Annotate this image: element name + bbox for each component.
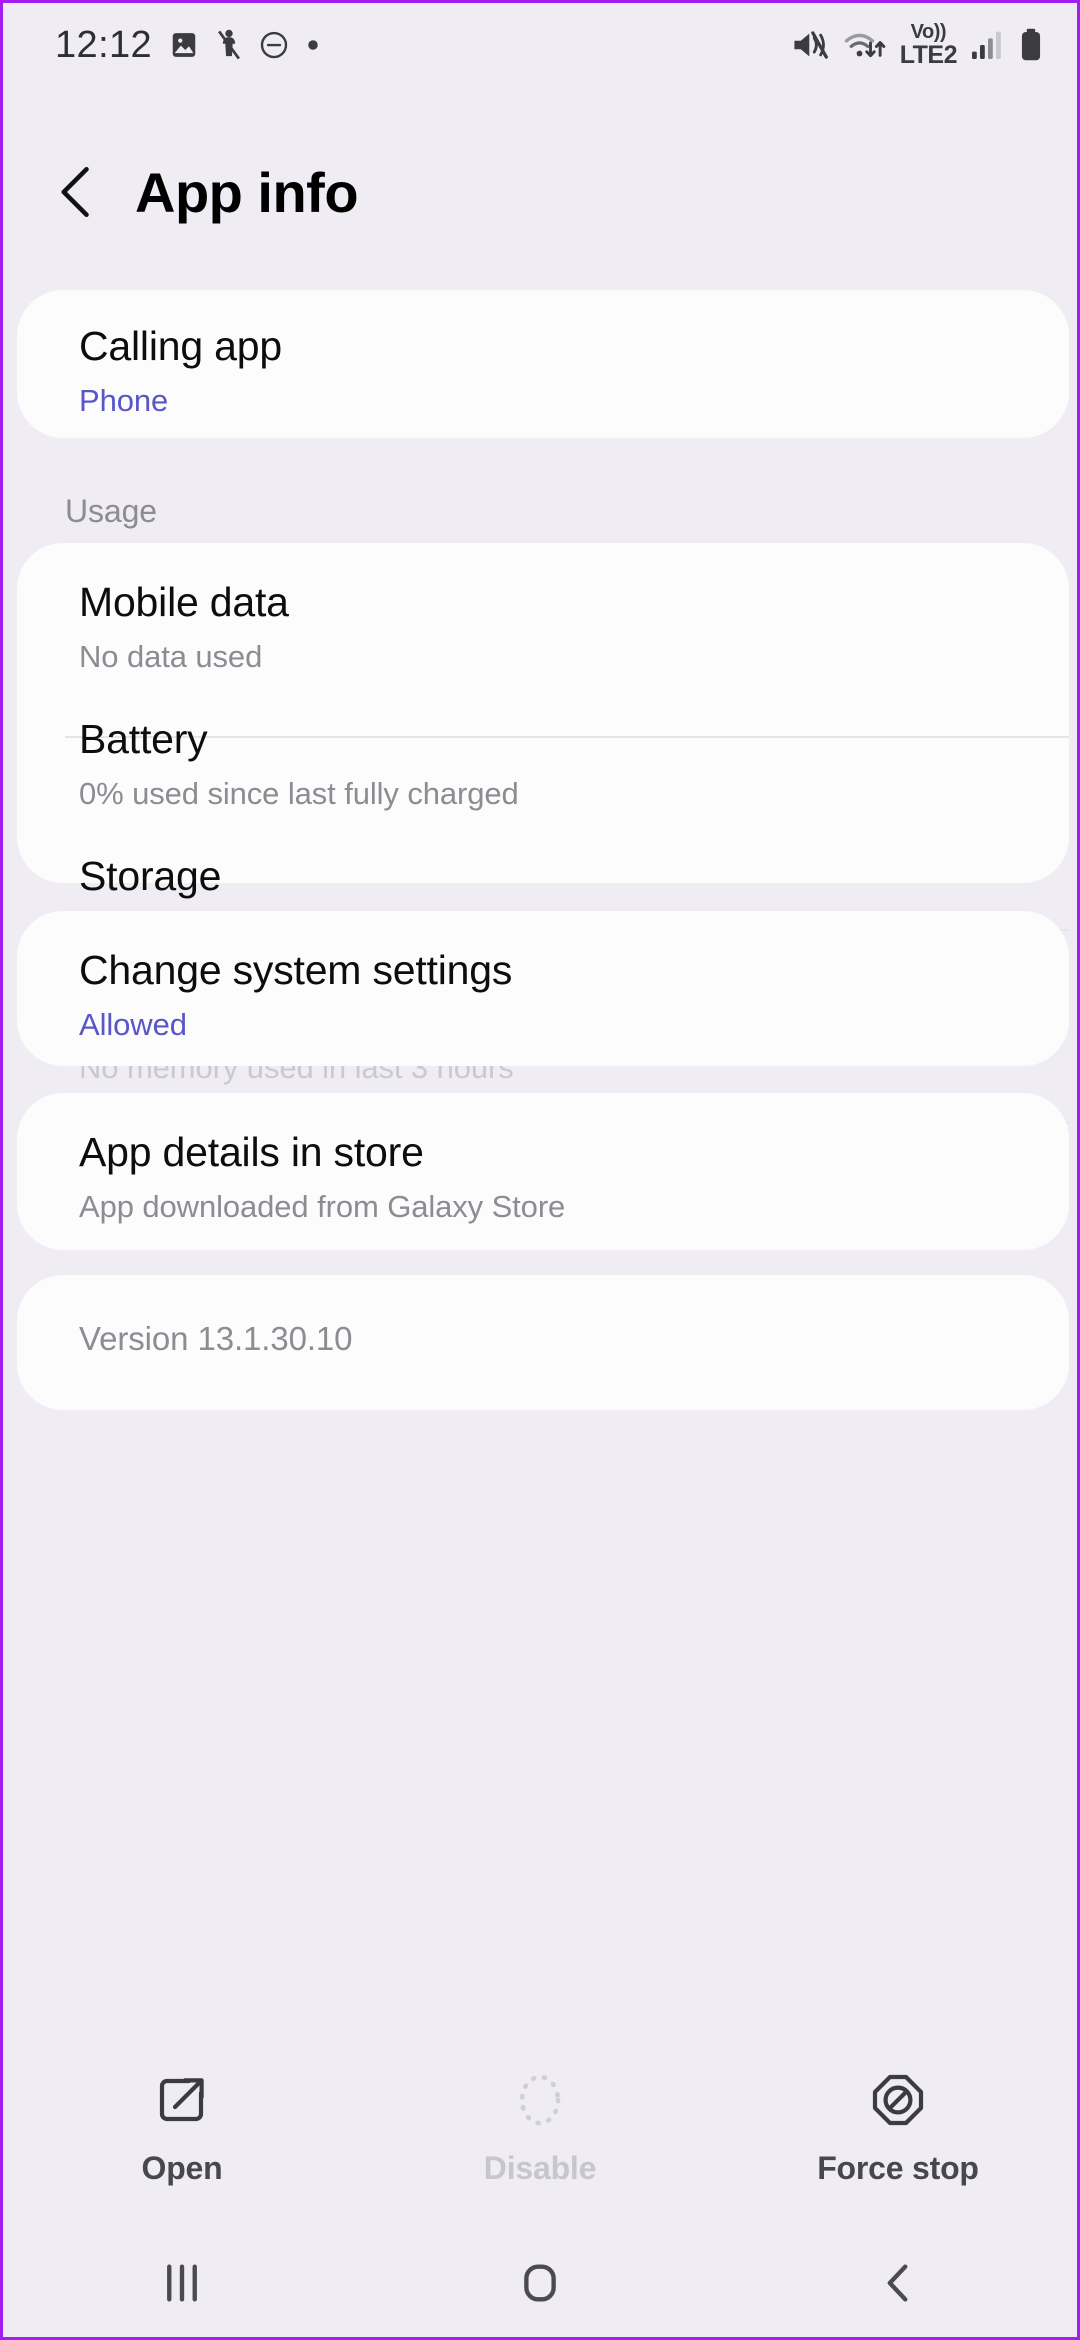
force-stop-button[interactable]: Force stop xyxy=(719,2058,1077,2223)
app-details-in-store-subtitle: App downloaded from Galaxy Store xyxy=(79,1189,566,1224)
home-button[interactable] xyxy=(361,2229,719,2337)
change-system-settings-card[interactable]: Change system settings Allowed xyxy=(17,911,1069,1066)
row-title: Storage xyxy=(79,853,222,899)
change-system-settings-row[interactable]: Change system settings Allowed xyxy=(17,911,1069,1043)
row-subtitle: 0% used since last fully charged xyxy=(79,776,519,811)
row-subtitle: No data used xyxy=(79,639,263,674)
navigation-bar xyxy=(3,2229,1077,2337)
image-icon xyxy=(172,33,196,57)
usage-card: Mobile data No data used Battery 0% used… xyxy=(17,543,1069,1124)
signal-bars-icon xyxy=(972,31,1001,59)
force-stop-icon xyxy=(872,2074,924,2126)
chevron-left-icon[interactable] xyxy=(55,165,97,219)
status-bar-right: Vo)) LTE2 xyxy=(790,21,1043,69)
version-row: Version 13.1.30.10 xyxy=(17,1275,1069,1358)
app-details-in-store-row[interactable]: App details in store App downloaded from… xyxy=(17,1093,1069,1225)
calling-app-row[interactable]: Calling app Phone xyxy=(17,290,1069,419)
status-bar-clock: 12:12 xyxy=(55,24,153,66)
usage-section-label: Usage xyxy=(65,493,158,529)
row-title: Battery xyxy=(79,716,208,762)
disable-label: Disable xyxy=(483,2150,597,2186)
version-card: Version 13.1.30.10 xyxy=(17,1275,1069,1410)
recents-icon xyxy=(167,2264,197,2302)
recents-button[interactable] xyxy=(3,2229,361,2337)
wifi-data-transfer-icon xyxy=(844,33,886,58)
calling-app-card[interactable]: Calling app Phone xyxy=(17,290,1069,438)
open-external-icon xyxy=(159,2078,204,2122)
calling-app-title: Calling app xyxy=(79,323,282,369)
disable-button: Disable xyxy=(361,2058,719,2223)
dot-icon xyxy=(308,40,318,50)
change-system-settings-title: Change system settings xyxy=(79,947,513,993)
status-bar-left: 12:12 xyxy=(55,26,320,64)
minus-circle-icon xyxy=(260,31,288,59)
version-text: Version 13.1.30.10 xyxy=(79,1320,353,1357)
force-stop-label: Force stop xyxy=(817,2150,979,2186)
change-system-settings-value: Allowed xyxy=(79,1007,187,1042)
usage-row-mobile-data[interactable]: Mobile data No data used xyxy=(17,543,1069,675)
app-details-in-store-card[interactable]: App details in store App downloaded from… xyxy=(17,1093,1069,1250)
open-button[interactable]: Open xyxy=(3,2058,361,2223)
mute-vibrate-icon xyxy=(794,31,828,59)
open-label: Open xyxy=(141,2150,223,2186)
disable-dashed-icon xyxy=(519,2074,561,2126)
bottom-action-bar: Open Disable Force stop xyxy=(3,2058,1077,2223)
app-bar: App info xyxy=(3,133,1077,251)
home-icon xyxy=(524,2264,556,2302)
back-button[interactable] xyxy=(719,2229,1077,2337)
usage-row-battery[interactable]: Battery 0% used since last fully charged xyxy=(17,675,1069,812)
app-details-in-store-title: App details in store xyxy=(79,1129,424,1175)
row-title: Mobile data xyxy=(79,579,289,625)
battery-icon xyxy=(1021,28,1041,61)
do-not-disturb-figure-icon xyxy=(218,29,241,60)
volte2-icon: Vo)) LTE2 xyxy=(899,21,958,69)
status-bar: 12:12 Vo)) LTE2 xyxy=(3,3,1077,87)
app-info-screen: 12:12 Vo)) LTE2 App info Calling app Pho… xyxy=(0,0,1080,2340)
page-title: App info xyxy=(135,160,359,224)
calling-app-value: Phone xyxy=(79,383,169,418)
nav-back-icon xyxy=(887,2264,908,2302)
